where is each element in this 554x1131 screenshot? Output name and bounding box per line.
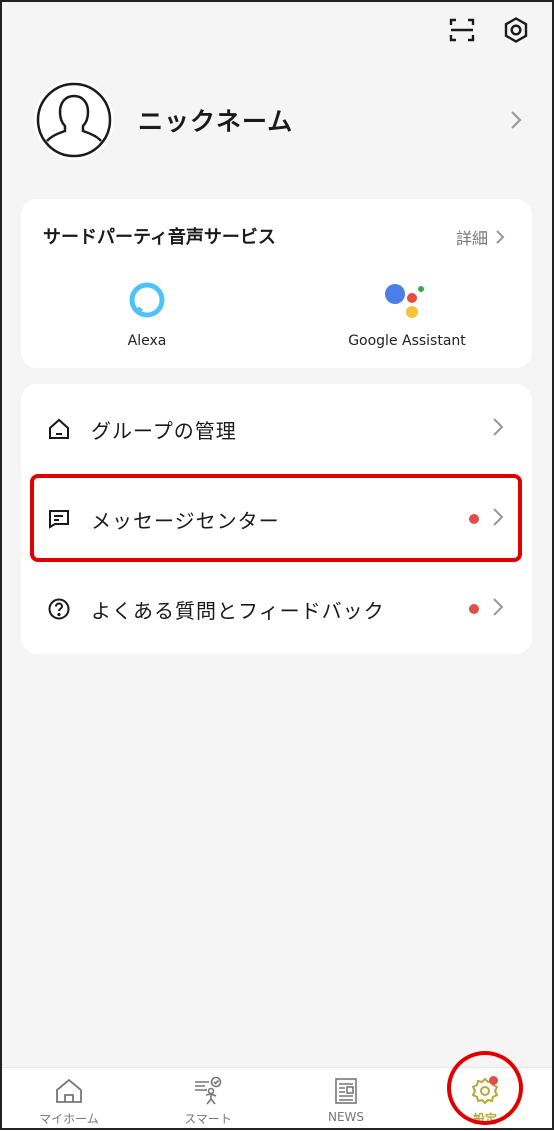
detail-label: 詳細 bbox=[455, 229, 488, 248]
tab-label: スマート bbox=[184, 1112, 232, 1126]
alexa-icon bbox=[47, 279, 247, 321]
alexa-label: Alexa bbox=[127, 333, 167, 349]
chevron-right-icon bbox=[508, 108, 524, 136]
avatar[interactable] bbox=[34, 80, 114, 160]
tab-label: NEWS bbox=[327, 1110, 365, 1124]
notification-dot bbox=[469, 604, 479, 614]
help-icon bbox=[45, 595, 73, 623]
voice-services-card: サードパーティ音声サービス 詳細 Alexa Google Assistant bbox=[21, 199, 532, 368]
highlight-circle bbox=[447, 1051, 523, 1125]
chevron-right-icon bbox=[496, 230, 505, 244]
google-assistant-service[interactable]: Google Assistant bbox=[307, 279, 507, 349]
alexa-service[interactable]: Alexa bbox=[47, 279, 247, 349]
chevron-right-icon bbox=[491, 416, 505, 442]
detail-link[interactable]: 詳細 bbox=[456, 225, 506, 249]
nickname-label: ニックネーム bbox=[138, 107, 294, 136]
chevron-right-icon bbox=[491, 596, 505, 622]
top-bar bbox=[0, 0, 554, 62]
home-icon bbox=[45, 415, 73, 443]
highlight-box bbox=[30, 474, 522, 562]
google-assistant-label: Google Assistant bbox=[348, 333, 466, 349]
google-assistant-icon bbox=[307, 279, 507, 321]
tab-smart[interactable]: スマート bbox=[158, 1074, 258, 1127]
voice-services-title: サードパーティ音声サービス bbox=[43, 227, 276, 248]
tab-news[interactable]: NEWS bbox=[296, 1074, 396, 1124]
menu-item-label: グループの管理 bbox=[91, 418, 237, 443]
menu-item-faq-feedback[interactable]: よくある質問とフィードバック bbox=[21, 564, 532, 654]
gear-icon[interactable] bbox=[500, 14, 532, 46]
smart-icon bbox=[158, 1074, 258, 1108]
scan-icon[interactable] bbox=[446, 14, 478, 46]
home-icon bbox=[19, 1074, 119, 1108]
menu-item-label: よくある質問とフィードバック bbox=[91, 598, 385, 623]
tab-my-home[interactable]: マイホーム bbox=[19, 1074, 119, 1127]
tab-label: マイホーム bbox=[39, 1112, 99, 1126]
menu-item-group-management[interactable]: グループの管理 bbox=[21, 384, 532, 474]
news-icon bbox=[296, 1074, 396, 1108]
profile-row[interactable]: ニックネーム bbox=[0, 80, 554, 162]
